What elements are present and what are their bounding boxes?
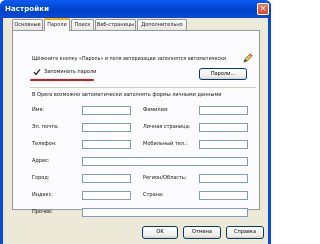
window-title: Настройки	[5, 5, 50, 13]
tab-web-pages[interactable]: Веб-страницы	[95, 19, 136, 30]
save-passwords-label: Запоминать пароли	[44, 69, 97, 75]
tab-passwords[interactable]: Пароли	[44, 18, 70, 31]
mobile-input[interactable]	[199, 140, 248, 149]
country-label: Страна:	[143, 192, 164, 198]
zip-label: Индекс:	[32, 192, 53, 198]
address-label: Адрес:	[32, 158, 50, 164]
email-input[interactable]	[82, 123, 131, 132]
title-bar[interactable]: Настройки ×	[0, 0, 271, 18]
tab-search[interactable]: Поиск	[71, 19, 94, 30]
section-separator	[30, 87, 256, 88]
surname-input[interactable]	[199, 106, 248, 115]
password-hint-text: Щёлкните кнопку «Пароль» и поля авториза…	[32, 57, 227, 62]
zip-input[interactable]	[82, 191, 131, 200]
other-input[interactable]	[82, 208, 248, 217]
cancel-button[interactable]: Отмена	[183, 226, 221, 239]
close-button[interactable]: ×	[257, 3, 269, 15]
form-fill-intro: В Opera возможно автоматически заполнять…	[32, 92, 222, 98]
help-button[interactable]: Справка	[226, 226, 264, 239]
surname-label: Фамилия:	[143, 107, 169, 113]
check-icon	[33, 69, 41, 76]
region-label: Регион/Область:	[143, 175, 187, 181]
city-label: Город:	[32, 175, 50, 181]
region-input[interactable]	[199, 174, 248, 183]
phone-input[interactable]	[82, 140, 131, 149]
homepage-label: Личная страница:	[143, 124, 191, 130]
phone-label: Телефон:	[32, 141, 57, 147]
ok-button[interactable]: OK	[142, 226, 178, 239]
name-input[interactable]	[82, 106, 131, 115]
close-icon: ×	[259, 4, 267, 14]
other-label: Прочее:	[32, 209, 53, 215]
name-label: Имя:	[32, 107, 45, 113]
email-label: Эл. почта:	[32, 124, 59, 130]
address-input[interactable]	[82, 157, 248, 166]
city-input[interactable]	[82, 174, 131, 183]
tab-advanced[interactable]: Дополнительно	[137, 19, 187, 30]
mobile-label: Мобильный тел.:	[143, 141, 188, 147]
country-input[interactable]	[199, 191, 248, 200]
passwords-button[interactable]: Пароли...	[199, 68, 247, 80]
tab-general[interactable]: Основные	[12, 19, 43, 30]
pen-icon	[243, 53, 253, 63]
highlight-underline	[30, 79, 94, 81]
homepage-input[interactable]	[199, 123, 248, 132]
